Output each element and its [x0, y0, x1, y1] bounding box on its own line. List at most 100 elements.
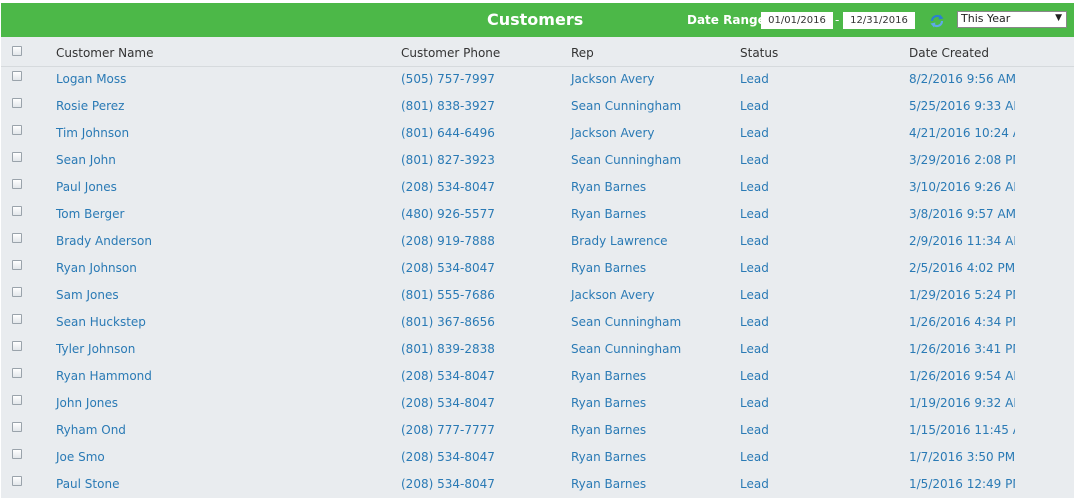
- date-created-link[interactable]: 2/5/2016 4:02 PM: [909, 261, 1015, 275]
- column-header-phone[interactable]: Customer Phone: [401, 46, 500, 60]
- customer-name-link[interactable]: Brady Anderson: [56, 234, 152, 248]
- period-select[interactable]: This Year ▼: [957, 11, 1067, 28]
- row-checkbox[interactable]: [12, 476, 22, 486]
- status-link[interactable]: Lead: [740, 477, 769, 491]
- rep-link[interactable]: Ryan Barnes: [571, 396, 646, 410]
- rep-link[interactable]: Ryan Barnes: [571, 369, 646, 383]
- column-header-rep[interactable]: Rep: [571, 46, 594, 60]
- status-link[interactable]: Lead: [740, 423, 769, 437]
- row-checkbox[interactable]: [12, 341, 22, 351]
- customer-phone-link[interactable]: (208) 534-8047: [401, 369, 495, 383]
- table-row[interactable]: Ryham Ond (208) 777-7777 Ryan Barnes Lead 1/…: [1, 416, 1074, 443]
- table-row[interactable]: Tim Johnson (801) 644-6496 Jackson Avery Le…: [1, 119, 1074, 146]
- status-link[interactable]: Lead: [740, 315, 769, 329]
- customer-phone-link[interactable]: (208) 777-7777: [401, 423, 495, 437]
- rep-link[interactable]: Ryan Barnes: [571, 261, 646, 275]
- rep-link[interactable]: Ryan Barnes: [571, 207, 646, 221]
- row-checkbox[interactable]: [12, 449, 22, 459]
- row-checkbox[interactable]: [12, 152, 22, 162]
- date-created-link[interactable]: 8/2/2016 9:56 AM: [909, 72, 1015, 86]
- status-link[interactable]: Lead: [740, 153, 769, 167]
- date-created-link[interactable]: 3/8/2016 9:57 AM: [909, 207, 1015, 221]
- date-created-link[interactable]: 1/26/2016 9:54 AM: [909, 369, 1015, 383]
- table-row[interactable]: Sam Jones (801) 555-7686 Jackson Avery Lead…: [1, 281, 1074, 308]
- status-link[interactable]: Lead: [740, 72, 769, 86]
- row-checkbox[interactable]: [12, 233, 22, 243]
- rep-link[interactable]: Jackson Avery: [571, 126, 654, 140]
- row-checkbox[interactable]: [12, 125, 22, 135]
- customer-phone-link[interactable]: (208) 534-8047: [401, 477, 495, 491]
- row-checkbox[interactable]: [12, 368, 22, 378]
- row-checkbox[interactable]: [12, 422, 22, 432]
- customer-name-link[interactable]: Logan Moss: [56, 72, 126, 86]
- rep-link[interactable]: Ryan Barnes: [571, 450, 646, 464]
- customer-phone-link[interactable]: (801) 555-7686: [401, 288, 495, 302]
- date-created-link[interactable]: 2/9/2016 11:34 AM: [909, 234, 1015, 248]
- status-link[interactable]: Lead: [740, 342, 769, 356]
- status-link[interactable]: Lead: [740, 369, 769, 383]
- customer-phone-link[interactable]: (208) 534-8047: [401, 450, 495, 464]
- customer-name-link[interactable]: Rosie Perez: [56, 99, 124, 113]
- customer-name-link[interactable]: Joe Smo: [56, 450, 105, 464]
- table-row[interactable]: Ryan Hammond (208) 534-8047 Ryan Barnes Lea…: [1, 362, 1074, 389]
- status-link[interactable]: Lead: [740, 126, 769, 140]
- status-link[interactable]: Lead: [740, 207, 769, 221]
- status-link[interactable]: Lead: [740, 450, 769, 464]
- customer-name-link[interactable]: Tim Johnson: [56, 126, 129, 140]
- customer-name-link[interactable]: Paul Stone: [56, 477, 119, 491]
- table-row[interactable]: John Jones (208) 534-8047 Ryan Barnes Lead 1…: [1, 389, 1074, 416]
- rep-link[interactable]: Ryan Barnes: [571, 423, 646, 437]
- row-checkbox[interactable]: [12, 206, 22, 216]
- customer-name-link[interactable]: John Jones: [56, 396, 118, 410]
- status-link[interactable]: Lead: [740, 99, 769, 113]
- customer-name-link[interactable]: Tyler Johnson: [56, 342, 135, 356]
- row-checkbox[interactable]: [12, 314, 22, 324]
- row-checkbox[interactable]: [12, 395, 22, 405]
- customer-phone-link[interactable]: (801) 644-6496: [401, 126, 495, 140]
- customer-phone-link[interactable]: (801) 367-8656: [401, 315, 495, 329]
- date-created-link[interactable]: 3/10/2016 9:26 AM: [909, 180, 1015, 194]
- customer-name-link[interactable]: Paul Jones: [56, 180, 117, 194]
- date-created-link[interactable]: 1/29/2016 5:24 PM: [909, 288, 1015, 302]
- rep-link[interactable]: Sean Cunningham: [571, 315, 681, 329]
- refresh-icon[interactable]: [929, 13, 945, 29]
- date-created-link[interactable]: 1/26/2016 3:41 PM: [909, 342, 1015, 356]
- rep-link[interactable]: Sean Cunningham: [571, 342, 681, 356]
- date-created-link[interactable]: 1/7/2016 3:50 PM: [909, 450, 1015, 464]
- select-all-checkbox[interactable]: [12, 46, 22, 56]
- status-link[interactable]: Lead: [740, 261, 769, 275]
- customer-phone-link[interactable]: (480) 926-5577: [401, 207, 495, 221]
- row-checkbox[interactable]: [12, 260, 22, 270]
- rep-link[interactable]: Jackson Avery: [571, 72, 654, 86]
- column-header-name[interactable]: Customer Name: [56, 46, 154, 60]
- row-checkbox[interactable]: [12, 287, 22, 297]
- column-header-date[interactable]: Date Created: [909, 46, 1015, 60]
- customer-name-link[interactable]: Sam Jones: [56, 288, 119, 302]
- date-to-input[interactable]: [843, 12, 915, 29]
- table-row[interactable]: Sean Huckstep (801) 367-8656 Sean Cunningh…: [1, 308, 1074, 335]
- customer-name-link[interactable]: Ryan Hammond: [56, 369, 152, 383]
- status-link[interactable]: Lead: [740, 288, 769, 302]
- date-from-input[interactable]: [761, 12, 833, 29]
- table-row[interactable]: Brady Anderson (208) 919-7888 Brady Lawren…: [1, 227, 1074, 254]
- rep-link[interactable]: Brady Lawrence: [571, 234, 668, 248]
- table-row[interactable]: Paul Stone (208) 534-8047 Ryan Barnes Lead 1…: [1, 470, 1074, 497]
- customer-phone-link[interactable]: (208) 534-8047: [401, 180, 495, 194]
- customer-phone-link[interactable]: (208) 534-8047: [401, 261, 495, 275]
- status-link[interactable]: Lead: [740, 234, 769, 248]
- date-created-link[interactable]: 1/5/2016 12:49 PM: [909, 477, 1015, 491]
- date-created-link[interactable]: 5/25/2016 9:33 AM: [909, 99, 1015, 113]
- customer-name-link[interactable]: Sean John: [56, 153, 116, 167]
- rep-link[interactable]: Ryan Barnes: [571, 477, 646, 491]
- table-row[interactable]: Tom Berger (480) 926-5577 Ryan Barnes Lead 3…: [1, 200, 1074, 227]
- customer-phone-link[interactable]: (208) 534-8047: [401, 396, 495, 410]
- rep-link[interactable]: Sean Cunningham: [571, 99, 681, 113]
- table-row[interactable]: Joe Smo (208) 534-8047 Ryan Barnes Lead 1/7/…: [1, 443, 1074, 470]
- rep-link[interactable]: Ryan Barnes: [571, 180, 646, 194]
- date-created-link[interactable]: 4/21/2016 10:24 AM: [909, 126, 1015, 140]
- customer-phone-link[interactable]: (801) 839-2838: [401, 342, 495, 356]
- table-row[interactable]: Logan Moss (505) 757-7997 Jackson Avery Lea…: [1, 65, 1074, 92]
- customer-phone-link[interactable]: (505) 757-7997: [401, 72, 495, 86]
- date-created-link[interactable]: 1/26/2016 4:34 PM: [909, 315, 1015, 329]
- date-created-link[interactable]: 1/19/2016 9:32 AM: [909, 396, 1015, 410]
